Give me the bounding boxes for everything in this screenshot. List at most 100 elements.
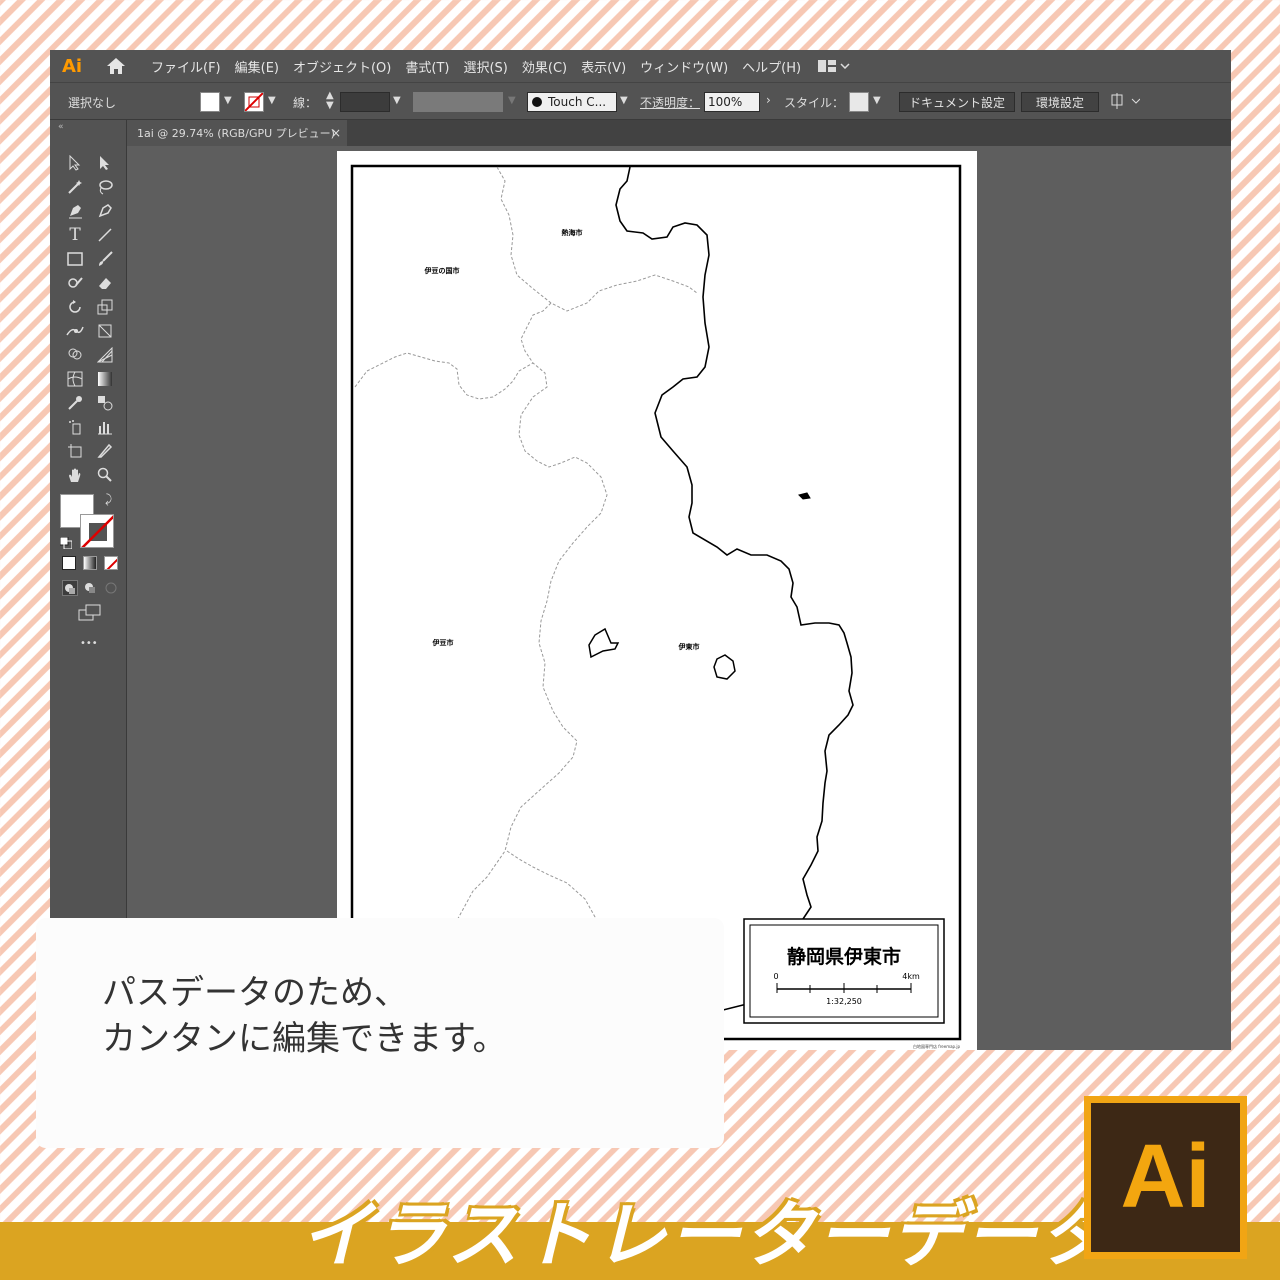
illustrator-logo: Ai bbox=[1084, 1096, 1247, 1259]
brush-dot-icon bbox=[532, 97, 542, 107]
free-transform-tool-icon[interactable] bbox=[93, 320, 117, 342]
menu-effect[interactable]: 効果(C) bbox=[515, 57, 574, 76]
artboard[interactable]: 熱海市 伊豆の国市 伊豆市 伊東市 静岡県伊東市 0 4km 1:32,250 bbox=[337, 151, 977, 1050]
document-settings-button[interactable]: ドキュメント設定 bbox=[899, 92, 1015, 112]
column-graph-tool-icon[interactable] bbox=[93, 416, 117, 438]
canvas-area[interactable]: 熱海市 伊豆の国市 伊豆市 伊東市 静岡県伊東市 0 4km 1:32,250 bbox=[127, 146, 1231, 1050]
default-colors-icon[interactable] bbox=[59, 534, 73, 553]
draw-normal-icon[interactable] bbox=[62, 580, 78, 596]
rotate-tool-icon[interactable] bbox=[63, 296, 87, 318]
line-tool-icon[interactable] bbox=[93, 224, 117, 246]
direct-selection-tool-icon[interactable] bbox=[93, 152, 117, 174]
fill-dropdown-icon[interactable]: ▼ bbox=[224, 95, 232, 106]
document-tab-bar: 1ai @ 29.74% (RGB/GPU プレビュー) × bbox=[127, 120, 1231, 146]
blend-tool-icon[interactable] bbox=[93, 392, 117, 414]
menu-help[interactable]: ヘルプ(H) bbox=[735, 57, 808, 76]
map-credit: 白地図専門店 freemap.jp bbox=[913, 1043, 960, 1049]
map-frame bbox=[350, 164, 962, 1041]
illustrator-window: Ai ファイル(F) 編集(E) オブジェクト(O) 書式(T) 選択(S) 効… bbox=[50, 50, 1231, 1050]
gradient-mode-button[interactable] bbox=[83, 556, 97, 570]
home-icon[interactable] bbox=[106, 57, 128, 75]
curvature-tool-icon[interactable] bbox=[93, 200, 117, 222]
symbol-sprayer-tool-icon[interactable] bbox=[63, 416, 87, 438]
close-tab-icon[interactable]: × bbox=[331, 126, 341, 140]
coastline bbox=[588, 166, 854, 1040]
preferences-button[interactable]: 環境設定 bbox=[1021, 92, 1099, 112]
shape-builder-tool-icon[interactable] bbox=[63, 344, 87, 366]
swap-colors-icon[interactable]: ⤸ bbox=[105, 492, 112, 507]
app-logo: Ai bbox=[62, 55, 83, 77]
stroke-stepper-icon[interactable]: ▲ ▼ bbox=[326, 91, 334, 111]
stroke-width-field[interactable] bbox=[340, 92, 390, 112]
stroke-swatch[interactable] bbox=[244, 92, 264, 112]
footer-title: イラストレーターデータ bbox=[300, 1193, 1113, 1277]
type-tool-icon[interactable]: T bbox=[63, 224, 87, 246]
menu-edit[interactable]: 編集(E) bbox=[228, 57, 286, 76]
arrange-icon[interactable] bbox=[1110, 93, 1141, 112]
caption-box: パスデータのため、 カンタンに編集できます。 bbox=[36, 918, 724, 1148]
scale-start: 0 bbox=[773, 972, 778, 981]
label-atami: 熱海市 bbox=[562, 228, 583, 237]
collapse-panel-icon[interactable]: « bbox=[58, 122, 64, 132]
map-title: 静岡県伊東市 bbox=[787, 945, 901, 968]
opacity-arrow-icon[interactable]: › bbox=[766, 93, 771, 107]
lasso-tool-icon[interactable] bbox=[93, 176, 117, 198]
variable-width-profile[interactable] bbox=[413, 92, 503, 112]
opacity-field[interactable]: 100% bbox=[704, 92, 760, 112]
draw-behind-icon[interactable] bbox=[83, 580, 99, 596]
workspace-icon bbox=[818, 60, 837, 72]
brush-dropdown-icon[interactable]: ▼ bbox=[620, 95, 628, 106]
width-tool-icon[interactable] bbox=[63, 320, 87, 342]
draw-inside-icon[interactable] bbox=[104, 580, 120, 596]
eyedropper-tool-icon[interactable] bbox=[63, 392, 87, 414]
opacity-label[interactable]: 不透明度： bbox=[640, 94, 700, 111]
map-svg: 熱海市 伊豆の国市 伊豆市 伊東市 静岡県伊東市 0 4km 1:32,250 bbox=[350, 164, 962, 1049]
menu-select[interactable]: 選択(S) bbox=[456, 57, 514, 76]
workspace-switcher[interactable] bbox=[818, 60, 850, 72]
hand-tool-icon[interactable] bbox=[63, 464, 87, 486]
caption-text: パスデータのため、 カンタンに編集できます。 bbox=[102, 973, 507, 1059]
paintbrush-tool-icon[interactable] bbox=[93, 248, 117, 270]
style-dropdown-icon[interactable]: ▼ bbox=[873, 95, 881, 106]
chevron-down-icon bbox=[840, 63, 850, 69]
edit-toolbar-icon[interactable]: ••• bbox=[80, 638, 98, 649]
selection-tool-icon[interactable] bbox=[63, 152, 87, 174]
magic-wand-tool-icon[interactable] bbox=[63, 176, 87, 198]
screen-mode-icon[interactable] bbox=[78, 604, 102, 626]
label-ito: 伊東市 bbox=[678, 642, 700, 651]
none-mode-button[interactable] bbox=[104, 556, 118, 570]
brush-selector[interactable]: Touch C... bbox=[527, 92, 617, 112]
profile-dropdown-icon[interactable]: ▼ bbox=[508, 95, 516, 106]
menu-file[interactable]: ファイル(F) bbox=[144, 57, 228, 76]
fill-swatch[interactable] bbox=[200, 92, 220, 112]
menu-view[interactable]: 表示(V) bbox=[574, 57, 633, 76]
rectangle-tool-icon[interactable] bbox=[63, 248, 87, 270]
style-label: スタイル： bbox=[784, 96, 845, 110]
selection-status: 選択なし bbox=[68, 96, 117, 110]
slice-tool-icon[interactable] bbox=[93, 440, 117, 462]
menu-type[interactable]: 書式(T) bbox=[398, 57, 456, 76]
menu-window[interactable]: ウィンドウ(W) bbox=[633, 57, 735, 76]
stroke-color-box[interactable] bbox=[80, 514, 114, 548]
illustrator-logo-text: Ai bbox=[1120, 1127, 1211, 1227]
scale-end: 4km bbox=[902, 972, 920, 981]
zoom-tool-icon[interactable] bbox=[93, 464, 117, 486]
document-tab[interactable]: 1ai @ 29.74% (RGB/GPU プレビュー) × bbox=[127, 120, 347, 146]
stroke-width-dropdown-icon[interactable]: ▼ bbox=[393, 95, 401, 106]
shaper-tool-icon[interactable] bbox=[63, 272, 87, 294]
menu: ファイル(F) 編集(E) オブジェクト(O) 書式(T) 選択(S) 効果(C… bbox=[144, 57, 808, 76]
mesh-tool-icon[interactable] bbox=[63, 368, 87, 390]
pen-tool-icon[interactable] bbox=[63, 200, 87, 222]
gradient-tool-icon[interactable] bbox=[93, 368, 117, 390]
perspective-grid-tool-icon[interactable] bbox=[93, 344, 117, 366]
eraser-tool-icon[interactable] bbox=[93, 272, 117, 294]
stroke-dropdown-icon[interactable]: ▼ bbox=[268, 95, 276, 106]
graphic-style-swatch[interactable] bbox=[849, 92, 869, 112]
color-mode-button[interactable] bbox=[62, 556, 76, 570]
document-tab-title: 1ai @ 29.74% (RGB/GPU プレビュー) bbox=[137, 127, 335, 140]
artboard-tool-icon[interactable] bbox=[63, 440, 87, 462]
label-izunokuni: 伊豆の国市 bbox=[424, 266, 460, 275]
scale-tool-icon[interactable] bbox=[93, 296, 117, 318]
menu-object[interactable]: オブジェクト(O) bbox=[286, 57, 398, 76]
map-legend-box: 静岡県伊東市 0 4km 1:32,250 bbox=[743, 918, 945, 1024]
